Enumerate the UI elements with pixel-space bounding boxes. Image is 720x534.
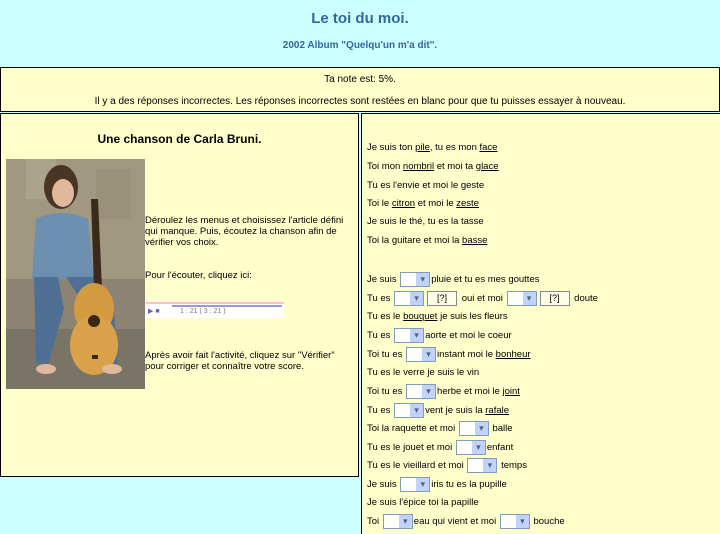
- lyric-line: Tu es l'envie et moi le geste: [367, 180, 485, 191]
- left-panel: Une chanson de Carla Bruni. Déroulez les…: [0, 113, 359, 477]
- quiz-line: Tu es le verre je suis le vin: [367, 367, 480, 378]
- artist-photo: [6, 159, 145, 389]
- page-subtitle: 2002 Album "Quelqu'un m'a dit".: [282, 40, 438, 51]
- article-select[interactable]: [394, 291, 425, 306]
- song-heading: Une chanson de Carla Bruni.: [97, 132, 262, 146]
- article-select[interactable]: [506, 291, 537, 306]
- quiz-line: Toi eau qui vient et moi bouche: [367, 514, 565, 530]
- quiz-line: Tu es [?] oui et moi [?] doute: [367, 291, 598, 307]
- lyrics-panel: Je suis ton pile, tu es mon face Toi mon…: [361, 113, 720, 534]
- lyric-line: Toi la guitare et moi la basse: [367, 235, 488, 246]
- lyric-line: Je suis le thé, tu es la tasse: [367, 216, 484, 227]
- score-text: Ta note est: 5%.: [324, 74, 396, 85]
- article-select[interactable]: [406, 384, 437, 399]
- page-title: Le toi du moi.: [311, 10, 409, 27]
- lyric-line: Toi mon nombril et moi ta glace: [367, 161, 499, 172]
- article-select[interactable]: [467, 458, 498, 473]
- quiz-line: Je suis iris tu es la pupille: [367, 477, 507, 493]
- article-select[interactable]: [400, 477, 431, 492]
- instructions-text: Déroulez les menus et choisissez l'artic…: [145, 215, 344, 248]
- lyric-line: Toi le citron et moi le zeste: [367, 198, 479, 209]
- article-select[interactable]: [455, 440, 486, 455]
- finish-text: Après avoir fait l'activité, cliquez sur…: [145, 350, 335, 372]
- quiz-line: Tu es vent je suis la rafale: [367, 403, 509, 419]
- player-time: 1 : 21 ( 3 : 21 ): [180, 308, 226, 315]
- listen-text: Pour l'écouter, cliquez ici:: [145, 270, 252, 281]
- quiz-line: Toi tu es herbe et moi le joint: [367, 384, 520, 400]
- feedback-text: Il y a des réponses incorrectes. Les rép…: [94, 96, 626, 107]
- article-select[interactable]: [394, 328, 425, 343]
- article-select[interactable]: [458, 421, 489, 436]
- article-select[interactable]: [406, 347, 437, 362]
- audio-player[interactable]: ▶ ■ 1 : 21 ( 3 : 21 ): [146, 302, 284, 318]
- quiz-line: Tu es aorte et moi le coeur: [367, 328, 512, 344]
- quiz-line: Tu es le bouquet je suis les fleurs: [367, 311, 508, 322]
- article-select[interactable]: [394, 403, 425, 418]
- quiz-line: Tu es le jouet et moi enfant: [367, 440, 513, 456]
- play-icon[interactable]: ▶ ■: [148, 307, 160, 315]
- quiz-line: Tu es le vieillard et moi temps: [367, 458, 527, 474]
- quiz-line: Je suis l'épice toi la papille: [367, 497, 479, 508]
- quiz-line: Toi la raquette et moi balle: [367, 421, 513, 437]
- player-progress[interactable]: [172, 305, 282, 307]
- article-select[interactable]: [400, 272, 431, 287]
- quiz-line: Toi tu es instant moi le bonheur: [367, 347, 531, 363]
- article-select[interactable]: [382, 514, 413, 529]
- quiz-line: Je suis pluie et tu es mes gouttes: [367, 272, 539, 288]
- lyric-line: Je suis ton pile, tu es mon face: [367, 142, 498, 153]
- hint-button[interactable]: [?]: [539, 291, 570, 306]
- score-box: Ta note est: 5%. Il y a des réponses inc…: [0, 67, 720, 112]
- article-select[interactable]: [499, 514, 530, 529]
- hint-button[interactable]: [?]: [427, 291, 458, 306]
